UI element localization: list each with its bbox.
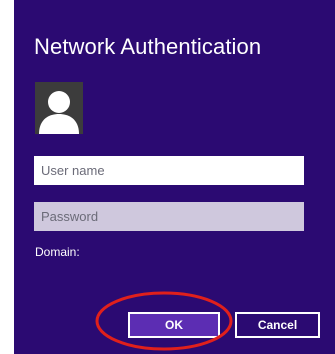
domain-label: Domain: [35,245,80,259]
password-input[interactable] [34,202,304,231]
user-avatar [35,82,83,134]
username-input[interactable] [34,156,304,185]
ok-button[interactable]: OK [128,312,220,338]
user-silhouette-icon [35,82,83,134]
network-authentication-dialog: Network Authentication Domain: OK Cancel [14,0,335,354]
cancel-button[interactable]: Cancel [235,312,320,338]
dialog-title: Network Authentication [34,34,262,59]
